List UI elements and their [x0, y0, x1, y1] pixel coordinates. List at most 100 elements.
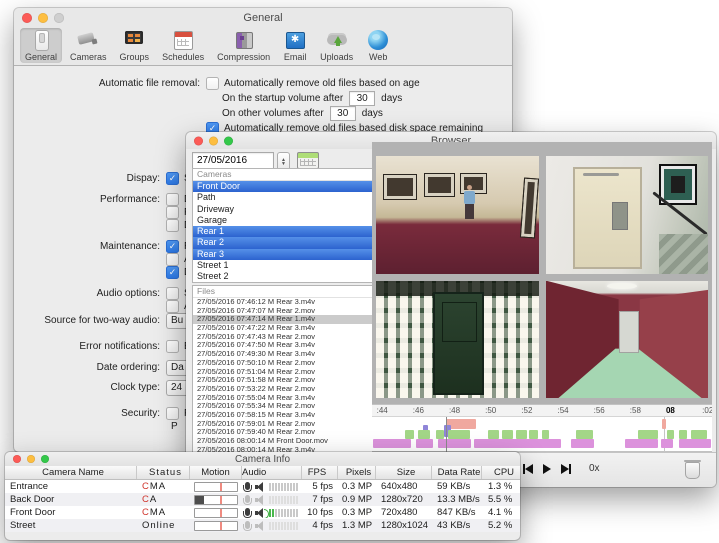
- minimize-button[interactable]: [209, 136, 218, 145]
- toolbar-item-email[interactable]: Email: [278, 28, 312, 63]
- toolbar-item-uploads[interactable]: Uploads: [315, 28, 358, 63]
- camera-table-row[interactable]: StreetOnline4 fps1.3 MP1280x102443 KB/s5…: [5, 519, 520, 532]
- checkbox[interactable]: [166, 193, 179, 206]
- checkbox[interactable]: ✓: [166, 266, 179, 279]
- column-header-camera-name: Camera Name: [5, 466, 137, 479]
- speaker-icon[interactable]: [255, 495, 265, 505]
- speaker-icon[interactable]: [255, 508, 265, 518]
- motion-cell: [190, 482, 242, 492]
- camera-table-row[interactable]: Back DoorCA7 fps0.9 MP1280x72013.3 MB/s5…: [5, 493, 520, 506]
- pixels-cell: 0.3 MP: [338, 507, 376, 518]
- toolbar-item-label: Web: [369, 52, 387, 62]
- setting-text: P: [171, 421, 178, 432]
- playhead[interactable]: [446, 417, 447, 453]
- trash-button[interactable]: [685, 460, 700, 477]
- speaker-icon[interactable]: [255, 521, 265, 531]
- toolbar-item-compression[interactable]: Compression: [212, 28, 275, 63]
- camera-feed-corridor[interactable]: [546, 281, 709, 399]
- camera-list-item[interactable]: Garage: [193, 215, 373, 226]
- toolbar-item-cameras[interactable]: Cameras: [65, 28, 112, 63]
- text-field[interactable]: 30: [349, 91, 375, 106]
- status-letter: A: [150, 494, 157, 505]
- level-bar: [272, 483, 274, 491]
- window-controls: [13, 455, 49, 463]
- timeline-segment: [438, 439, 471, 448]
- checkbox[interactable]: ✓: [166, 172, 179, 185]
- step-forward-button[interactable]: [561, 464, 571, 474]
- microphone-icon[interactable]: [245, 521, 250, 529]
- camera-name-cell: Entrance: [5, 481, 137, 492]
- toolbar-item-groups[interactable]: Groups: [115, 28, 155, 63]
- checkbox[interactable]: [166, 287, 179, 300]
- timeline-segment: [502, 430, 513, 439]
- audio-level-meter: [269, 483, 298, 491]
- setting-control: On the startup volume after30days: [222, 91, 408, 106]
- checkbox[interactable]: [166, 340, 179, 353]
- timeline-segment: [516, 430, 527, 439]
- setting-label: Maintenance:: [14, 241, 160, 252]
- microphone-icon[interactable]: [245, 482, 250, 490]
- camera-table-row[interactable]: EntranceCMA5 fps0.3 MP640x48059 KB/s1.3 …: [5, 480, 520, 493]
- play-button[interactable]: [543, 464, 551, 474]
- close-button[interactable]: [22, 13, 32, 23]
- audio-cell: [242, 521, 302, 531]
- checkbox[interactable]: [166, 407, 179, 420]
- camera-list-item[interactable]: Rear 1: [193, 226, 373, 237]
- audio-indicators: [242, 521, 298, 531]
- cpu-cell: 5.5 %: [482, 494, 520, 505]
- size-cell: 1280x1024: [376, 520, 432, 531]
- level-bar: [290, 483, 292, 491]
- cpu-cell: 1.3 %: [482, 481, 520, 492]
- minimize-button[interactable]: [38, 13, 48, 23]
- camera-list-item[interactable]: Rear 2: [193, 237, 373, 248]
- camera-list-item[interactable]: Front Door: [193, 181, 373, 192]
- camera-list-item[interactable]: Rear 3: [193, 249, 373, 260]
- camera-table-row[interactable]: Front DoorCMA10 fps0.3 MP720x480847 KB/s…: [5, 506, 520, 519]
- data-rate-cell: 59 KB/s: [432, 481, 482, 492]
- setting-control: P: [166, 421, 178, 432]
- timeline[interactable]: :44:46:48:50:52:54:56:5808:02: [372, 404, 712, 452]
- checkbox[interactable]: ✓: [166, 240, 179, 253]
- checkbox[interactable]: [166, 206, 179, 219]
- camera-icon: [76, 30, 100, 51]
- camera-feed-picture-wall[interactable]: [376, 281, 539, 399]
- setting-label: Dispay:: [14, 173, 160, 184]
- size-cell: 1280x720: [376, 494, 432, 505]
- zoom-button[interactable]: [54, 13, 64, 23]
- text-field[interactable]: 30: [330, 106, 356, 121]
- checkbox[interactable]: [166, 300, 179, 313]
- camera-feed-fire-door[interactable]: [546, 156, 709, 274]
- door-decoration: [433, 292, 484, 395]
- level-bar: [284, 483, 286, 491]
- close-button[interactable]: [194, 136, 203, 145]
- camera-feed-hallway[interactable]: [376, 156, 539, 274]
- microphone-icon[interactable]: [245, 508, 250, 516]
- level-bar: [293, 509, 295, 517]
- microphone-icon[interactable]: [245, 495, 250, 503]
- zoom-button[interactable]: [224, 136, 233, 145]
- speaker-icon[interactable]: [255, 482, 265, 492]
- step-back-button[interactable]: [523, 464, 533, 474]
- audio-indicators: [242, 508, 298, 518]
- checkbox[interactable]: [166, 219, 179, 232]
- door-decoration: [573, 167, 642, 270]
- toolbar-item-schedules[interactable]: Schedules: [157, 28, 209, 63]
- date-input[interactable]: 27/05/2016: [192, 152, 274, 169]
- zoom-button[interactable]: [41, 455, 49, 463]
- window-title: Camera Info: [5, 454, 520, 465]
- camera-list-item[interactable]: Path: [193, 192, 373, 203]
- checkbox[interactable]: [166, 253, 179, 266]
- camera-list-item[interactable]: Street 2: [193, 271, 373, 282]
- checkbox[interactable]: [206, 77, 219, 90]
- toolbar-item-general[interactable]: General: [20, 28, 62, 63]
- close-button[interactable]: [13, 455, 21, 463]
- column-header-data-rate: Data Rate: [432, 466, 482, 479]
- light-switch-icon: [29, 30, 53, 51]
- minimize-button[interactable]: [27, 455, 35, 463]
- level-bar: [278, 496, 280, 504]
- toolbar-item-web[interactable]: Web: [361, 28, 395, 63]
- camera-list-item[interactable]: Driveway: [193, 204, 373, 215]
- calendar-picker-button[interactable]: [297, 152, 319, 169]
- toolbar-item-label: General: [25, 52, 57, 62]
- camera-list-item[interactable]: Street 1: [193, 260, 373, 271]
